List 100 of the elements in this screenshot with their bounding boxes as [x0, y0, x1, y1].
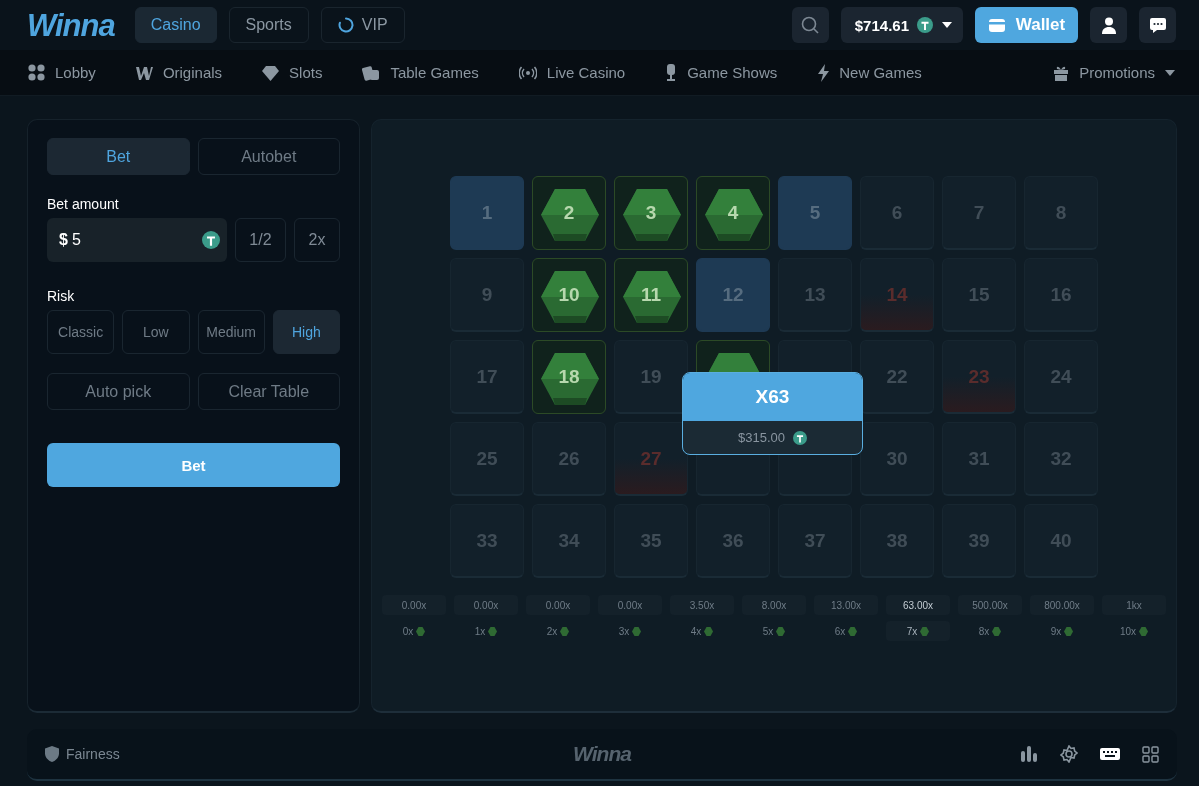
wallet-button[interactable]: Wallet [975, 7, 1078, 43]
caret-icon [941, 21, 953, 29]
hit-count: 10x [1119, 625, 1137, 637]
gem-icon [622, 186, 682, 244]
amount-button[interactable]: 2x [293, 218, 340, 262]
risk-option[interactable]: Classic [47, 310, 115, 354]
field-label: Bet amount [47, 196, 120, 212]
hit-count: 6x [834, 625, 846, 637]
field-label: Risk [47, 288, 76, 304]
action-button[interactable]: Clear Table [197, 373, 340, 410]
number-tile[interactable]: 14 [860, 258, 934, 332]
spinner-icon [337, 17, 354, 33]
gem-icon [920, 626, 930, 636]
gem-icon [848, 626, 858, 636]
nav-tab[interactable]: Sports [228, 7, 309, 43]
payout-multiplier: 3.50x [670, 595, 734, 615]
risk-option[interactable]: Medium [197, 310, 265, 354]
keyboard-icon [1100, 747, 1120, 761]
payout-multiplier: 8.00x [742, 595, 806, 615]
nav-tab[interactable]: Casino [134, 7, 217, 43]
nav-link[interactable]: Lobby [28, 64, 96, 81]
coin-icon [202, 231, 220, 249]
shield-icon [45, 746, 59, 762]
number-tile[interactable]: 3 [614, 176, 688, 250]
gem-icon [776, 626, 786, 636]
payout-multiplier: 0.00x [598, 595, 662, 615]
amount-button[interactable]: 1/2 [235, 218, 286, 262]
hit-count: 3x [618, 625, 630, 637]
number-tile[interactable]: 4 [696, 176, 770, 250]
payout-multiplier: 0.00x [454, 595, 518, 615]
currency-symbol: $ [59, 231, 68, 249]
nav-link[interactable]: New Games [817, 63, 922, 82]
number-tile[interactable]: 10 [532, 258, 606, 332]
mode-tab[interactable]: Autobet [197, 138, 340, 175]
hit-count: 9x [1050, 625, 1062, 637]
gem-icon [560, 626, 570, 636]
grid-icon [28, 64, 45, 81]
keyboard-button[interactable] [1100, 747, 1120, 761]
nav-link[interactable]: Game Shows [665, 64, 778, 81]
gift-icon [1053, 64, 1070, 81]
coin-icon [917, 17, 933, 33]
number-tile[interactable]: 27 [614, 422, 688, 496]
nav-link[interactable]: Slots [262, 64, 323, 81]
number-tile[interactable]: 12 [696, 258, 770, 332]
payout-multiplier: 63.00x [886, 595, 950, 615]
microphone-icon [665, 64, 678, 81]
chat-icon [1148, 17, 1167, 33]
cards-dice-icon [362, 64, 381, 81]
action-button[interactable]: Auto pick [47, 373, 190, 410]
gem-icon [704, 186, 764, 244]
risk-option[interactable]: High [272, 310, 340, 354]
gem-icon [416, 626, 426, 636]
settings-button[interactable] [1060, 745, 1078, 763]
payout-multiplier: 1kx [1102, 595, 1166, 615]
search-icon [801, 16, 820, 34]
nav-link[interactable]: Originals [135, 64, 223, 81]
hit-count: 1x [474, 625, 486, 637]
number-tile[interactable]: 18 [532, 340, 606, 414]
gem-icon [488, 626, 498, 636]
gem-icon [622, 268, 682, 326]
broadcast-icon [518, 65, 537, 80]
nav-link[interactable]: Live Casino [518, 64, 626, 81]
number-tile[interactable]: 5 [778, 176, 852, 250]
caret-icon [1165, 69, 1175, 76]
mode-tab[interactable]: Bet [47, 138, 190, 175]
promotions-dropdown[interactable]: Promotions [1053, 64, 1175, 81]
payout-multiplier: 0.00x [382, 595, 446, 615]
number-tile[interactable]: 11 [614, 258, 688, 332]
layout-button[interactable] [1142, 745, 1159, 763]
hit-count: 0x [402, 625, 414, 637]
balance-dropdown[interactable]: $714.61 [840, 7, 963, 43]
logo[interactable]: Winna [27, 8, 115, 44]
search-button[interactable] [791, 7, 829, 43]
nav-link[interactable]: Table Games [362, 64, 479, 81]
number-tile[interactable]: 1 [450, 176, 524, 250]
gem-icon [704, 626, 714, 636]
gem-icon [992, 626, 1002, 636]
gem-icon [540, 186, 600, 244]
hit-count: 8x [978, 625, 990, 637]
bet-button[interactable]: Bet [47, 443, 340, 487]
profile-button[interactable] [1090, 7, 1127, 43]
stats-button[interactable] [1020, 745, 1038, 763]
win-multiplier: X63 [683, 373, 862, 421]
gem-icon [1064, 626, 1074, 636]
gem-icon [540, 268, 600, 326]
hit-count: 2x [546, 625, 558, 637]
risk-option[interactable]: Low [122, 310, 190, 354]
chat-button[interactable] [1139, 7, 1176, 43]
nav-tab[interactable]: VIP [320, 7, 405, 43]
fairness-link[interactable]: Fairness [66, 746, 120, 762]
gem-icon [632, 626, 642, 636]
lightning-icon [817, 63, 830, 82]
coin-icon [793, 430, 807, 445]
hit-count: 4x [690, 625, 702, 637]
number-tile[interactable]: 23 [942, 340, 1016, 414]
w-letter-mark-icon [135, 65, 153, 80]
number-tile[interactable]: 2 [532, 176, 606, 250]
user-icon [1101, 16, 1116, 34]
diamond-icon [262, 64, 280, 81]
bar-chart-icon [1020, 745, 1038, 763]
